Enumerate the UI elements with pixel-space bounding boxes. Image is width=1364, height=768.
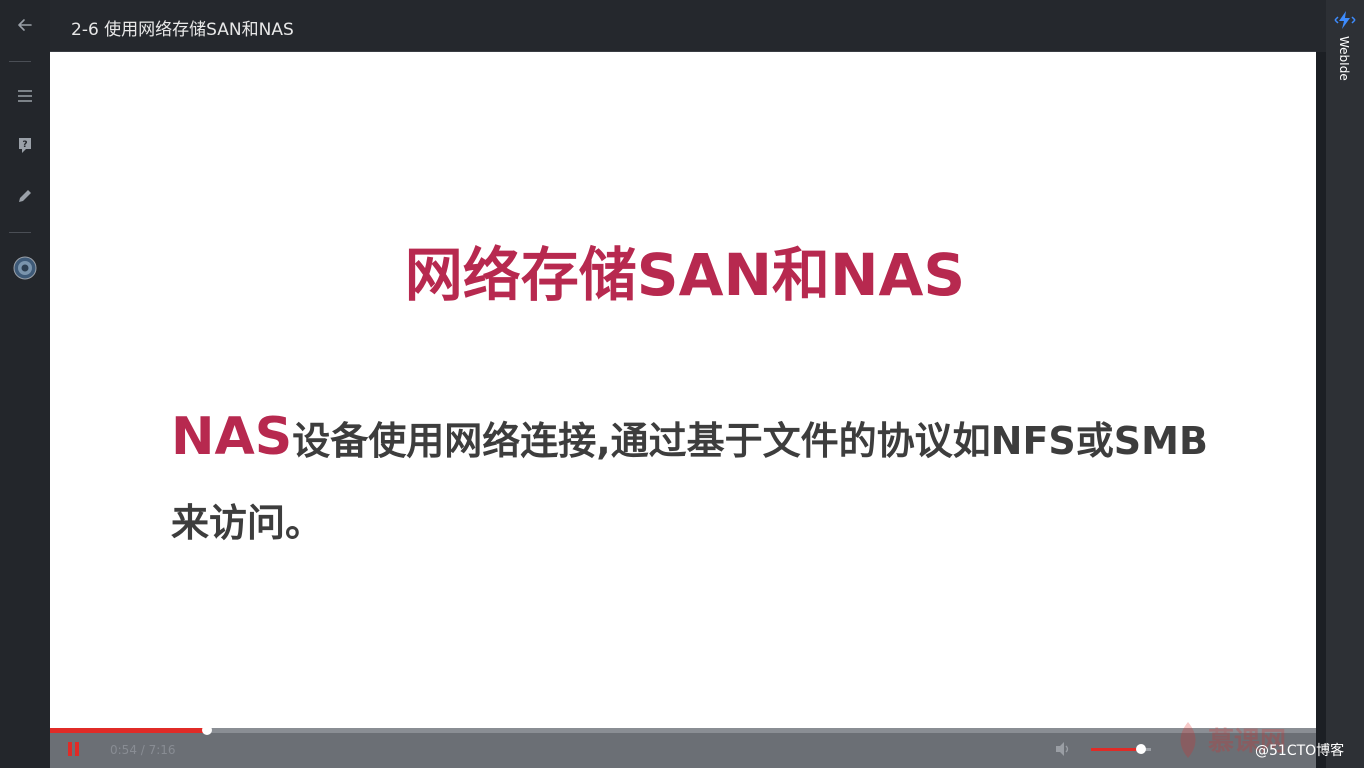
avatar-icon: [13, 256, 37, 280]
lightning-icon[interactable]: [1334, 10, 1356, 30]
sidebar-divider: [9, 232, 31, 233]
volume-slider[interactable]: [1091, 744, 1151, 754]
pause-icon: [75, 742, 79, 756]
volume-handle[interactable]: [1135, 744, 1146, 754]
slide-body: NAS设备使用网络连接,通过基于文件的协议如NFS或SMB 来访问。: [171, 396, 1261, 564]
left-sidebar: ?: [0, 0, 50, 768]
questions-button[interactable]: ?: [0, 124, 50, 168]
right-rail: WebIde: [1326, 0, 1364, 768]
user-avatar-button[interactable]: [0, 246, 50, 290]
player-controls: 0:54 / 7:16: [50, 725, 1316, 768]
pause-icon: [68, 742, 72, 756]
question-icon: ?: [19, 138, 31, 153]
slide-title: 网络存储SAN和NAS: [404, 241, 966, 309]
catalog-button[interactable]: [0, 74, 50, 118]
page-title: 2-6 使用网络存储SAN和NAS: [71, 20, 294, 40]
watermark-credit: @51CTO博客: [1255, 743, 1345, 759]
slide-body-text: 设备使用网络连接,通过基于文件的协议如NFS或SMB: [292, 419, 1208, 463]
progress-fill: [50, 728, 207, 733]
webide-tab[interactable]: WebIde: [1337, 36, 1351, 81]
back-button[interactable]: [0, 3, 50, 47]
pencil-icon: [19, 190, 31, 202]
notes-button[interactable]: [0, 174, 50, 218]
slide-highlight-term: NAS: [171, 407, 293, 467]
header-bar: 2-6 使用网络存储SAN和NAS: [50, 0, 1326, 52]
menu-icon: [18, 90, 32, 102]
slide-body-line-2: 来访问。: [171, 501, 324, 545]
svg-text:?: ?: [22, 140, 27, 150]
back-arrow-icon: [18, 19, 32, 31]
volume-icon[interactable]: [1054, 741, 1072, 757]
time-display: 0:54 / 7:16: [110, 743, 176, 757]
sidebar-divider: [9, 61, 31, 62]
slide-body-line-1: NAS设备使用网络连接,通过基于文件的协议如NFS或SMB: [171, 396, 1261, 482]
video-slide[interactable]: 网络存储SAN和NAS NAS设备使用网络连接,通过基于文件的协议如NFS或SM…: [50, 52, 1316, 728]
pause-button[interactable]: [66, 742, 82, 758]
progress-bar[interactable]: [50, 725, 1316, 735]
volume-fill: [1091, 748, 1141, 751]
progress-handle[interactable]: [201, 725, 212, 735]
